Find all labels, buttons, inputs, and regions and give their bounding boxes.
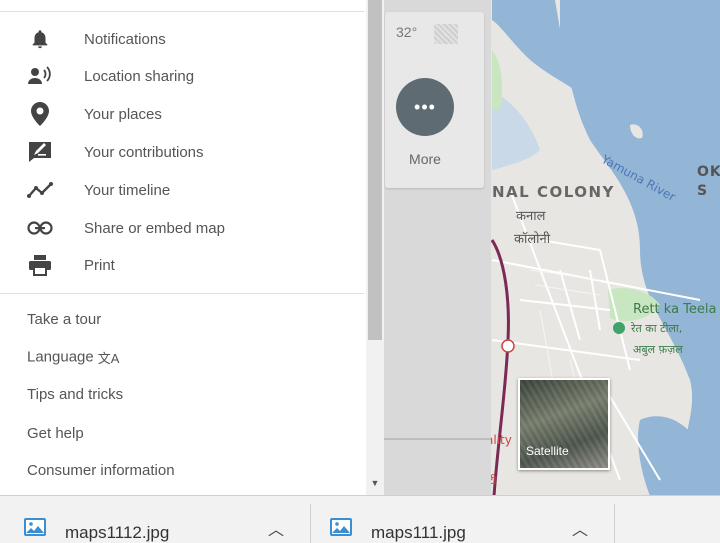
- satellite-toggle[interactable]: Satellite: [518, 378, 610, 470]
- map-label-rett-hindi-1: रेत का टीला,: [631, 322, 683, 335]
- menu-item-share-embed[interactable]: Share or embed map: [0, 210, 364, 246]
- map-label-ok: OK S: [697, 164, 720, 199]
- scroll-down-arrow-icon[interactable]: ▼: [366, 474, 384, 492]
- satellite-label: Satellite: [526, 444, 569, 458]
- more-dots-icon: •••: [414, 96, 436, 117]
- panel-divider: [384, 438, 491, 440]
- menu-item-your-contributions[interactable]: Your contributions: [0, 134, 364, 170]
- download-item[interactable]: maps1112.jpg ︿: [0, 496, 310, 543]
- location-sharing-icon: [27, 63, 53, 89]
- menu-item-label: Location sharing: [84, 67, 195, 85]
- map-label-rett[interactable]: Rett ka Teela: [633, 302, 716, 317]
- menu-scrollbar[interactable]: ▼: [366, 0, 384, 496]
- menu-item-get-help[interactable]: Get help: [27, 425, 84, 442]
- printer-icon: [27, 252, 53, 278]
- menu-item-take-a-tour[interactable]: Take a tour: [27, 311, 101, 328]
- download-filename: maps1112.jpg: [65, 523, 170, 542]
- weather-icon: [434, 24, 458, 44]
- image-file-icon: [24, 518, 46, 536]
- menu-item-language[interactable]: Language 文A: [27, 348, 119, 367]
- menu-item-label: Your places: [84, 105, 162, 123]
- image-file-icon: [330, 518, 352, 536]
- download-bar: maps1112.jpg ︿ maps111.jpg ︿: [0, 495, 720, 543]
- menu-item-label: Language: [27, 348, 94, 366]
- map-label-rett-hindi-2: अबुल फ़ज़ल: [633, 343, 683, 356]
- map-label-colony: NAL COLONY: [492, 183, 615, 201]
- chevron-up-icon[interactable]: ︿: [268, 516, 284, 540]
- menu-item-label: Your timeline: [84, 181, 171, 199]
- menu-item-your-timeline[interactable]: Your timeline: [0, 172, 364, 208]
- menu-item-label: Your contributions: [84, 143, 204, 161]
- download-item[interactable]: maps111.jpg ︿: [306, 496, 614, 543]
- download-separator: [614, 504, 615, 543]
- translate-icon: 文A: [97, 351, 120, 366]
- menu-item-your-places[interactable]: Your places: [0, 96, 364, 132]
- side-menu: Notifications Location sharing Your plac…: [0, 0, 366, 496]
- chevron-up-icon[interactable]: ︿: [572, 516, 588, 540]
- menu-top-divider: [0, 11, 364, 12]
- bell-icon: [27, 26, 53, 52]
- contributions-icon: [27, 139, 53, 165]
- menu-item-print[interactable]: Print: [0, 247, 364, 283]
- link-icon: [27, 215, 53, 241]
- menu-item-label: Share or embed map: [84, 219, 225, 237]
- download-filename: maps111.jpg: [371, 523, 466, 542]
- quick-actions-card: 32° ••• More: [385, 12, 484, 188]
- map-label-colony-hindi-2: कॉलोनी: [514, 232, 551, 247]
- scrollbar-thumb[interactable]: [368, 0, 382, 340]
- map-pin-icon: [27, 101, 53, 127]
- menu-item-label: Notifications: [84, 30, 166, 48]
- timeline-icon: [27, 177, 53, 203]
- map-label-colony-hindi-1: कनाल: [516, 209, 546, 224]
- weather-temperature: 32°: [396, 24, 418, 40]
- menu-item-tips-and-tricks[interactable]: Tips and tricks: [27, 386, 123, 403]
- menu-item-location-sharing[interactable]: Location sharing: [0, 58, 364, 94]
- menu-item-notifications[interactable]: Notifications: [0, 21, 364, 57]
- menu-item-consumer-information[interactable]: Consumer information: [27, 462, 175, 479]
- more-button[interactable]: •••: [396, 78, 454, 136]
- menu-item-label: Print: [84, 256, 115, 274]
- more-label: More: [409, 151, 441, 167]
- menu-section-divider: [0, 293, 364, 294]
